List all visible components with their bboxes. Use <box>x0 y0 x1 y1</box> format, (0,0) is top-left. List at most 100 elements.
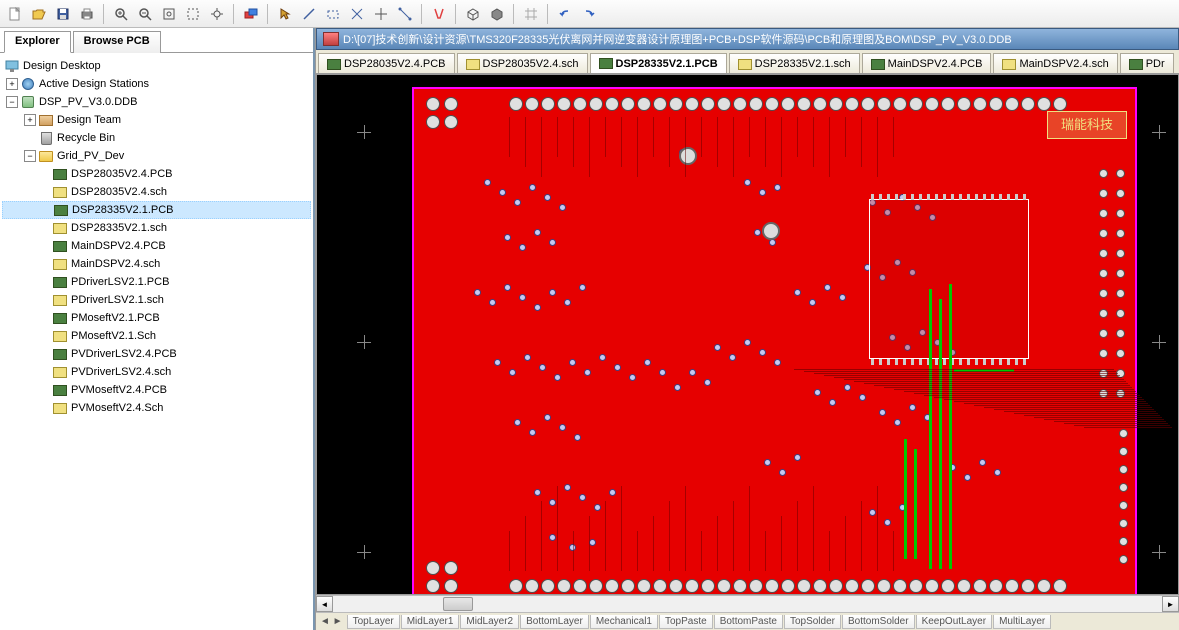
tree-file-pcb[interactable]: MainDSPV2.4.PCB <box>2 237 311 255</box>
grid-btn[interactable] <box>520 3 542 25</box>
expander-icon[interactable]: − <box>6 96 18 108</box>
ruler-btn[interactable] <box>394 3 416 25</box>
scroll-left-btn[interactable]: ◄ <box>316 596 333 612</box>
tree-file-sch[interactable]: MainDSPV2.4.sch <box>2 255 311 273</box>
line-btn[interactable] <box>298 3 320 25</box>
via <box>589 539 596 546</box>
tree-file-label: DSP28335V2.1.sch <box>71 222 167 234</box>
layer-tab[interactable]: TopPaste <box>659 615 713 629</box>
sch-icon <box>738 59 752 70</box>
silk-text: 瑞能科技 <box>1047 111 1127 139</box>
tree-root[interactable]: Design Desktop <box>2 57 311 75</box>
layer-tab[interactable]: KeepOutLayer <box>916 615 993 629</box>
pad <box>525 97 539 111</box>
tree-file-sch[interactable]: PMoseftV2.1.Sch <box>2 327 311 345</box>
tree-file-pcb[interactable]: DSP28335V2.1.PCB <box>2 201 311 219</box>
layer-tab[interactable]: TopLayer <box>347 615 400 629</box>
via <box>814 389 821 396</box>
tree-folder[interactable]: − Grid_PV_Dev <box>2 147 311 165</box>
tree-file-sch[interactable]: PVDriverLSV2.4.sch <box>2 363 311 381</box>
layers-btn[interactable] <box>240 3 262 25</box>
select-btn[interactable] <box>274 3 296 25</box>
pad <box>1037 579 1051 593</box>
tab-browse-pcb[interactable]: Browse PCB <box>73 31 161 53</box>
layer-tab[interactable]: MidLayer1 <box>401 615 460 629</box>
tree-file-pcb[interactable]: PMoseftV2.1.PCB <box>2 309 311 327</box>
pad <box>1099 189 1108 198</box>
doc-tab[interactable]: MainDSPV2.4.PCB <box>862 53 992 74</box>
tree-stations[interactable]: + Active Design Stations <box>2 75 311 93</box>
grid-cross-icon <box>1152 335 1166 349</box>
horizontal-scrollbar[interactable]: ◄ ► <box>316 595 1179 612</box>
tree-team[interactable]: + Design Team <box>2 111 311 129</box>
ic-pin <box>903 359 906 365</box>
3d-btn[interactable] <box>462 3 484 25</box>
scroll-thumb[interactable] <box>443 597 473 611</box>
undo-btn[interactable] <box>554 3 576 25</box>
layer-tab[interactable]: MidLayer2 <box>460 615 519 629</box>
layer-tab[interactable]: TopSolder <box>784 615 841 629</box>
tree-file-pcb[interactable]: DSP28035V2.4.PCB <box>2 165 311 183</box>
zoom-select-btn[interactable] <box>182 3 204 25</box>
doc-tab[interactable]: DSP28335V2.1.sch <box>729 53 860 74</box>
ic-pin <box>959 359 962 365</box>
doc-tab[interactable]: MainDSPV2.4.sch <box>993 53 1117 74</box>
pad <box>781 579 795 593</box>
tree-file-sch[interactable]: DSP28035V2.4.sch <box>2 183 311 201</box>
main-toolbar <box>0 0 1179 28</box>
tree-label: Design Desktop <box>23 60 101 72</box>
open-btn[interactable] <box>28 3 50 25</box>
mirror-btn[interactable] <box>486 3 508 25</box>
filter-btn[interactable] <box>428 3 450 25</box>
save-btn[interactable] <box>52 3 74 25</box>
tree-file-pcb[interactable]: PDriverLSV2.1.PCB <box>2 273 311 291</box>
new-btn[interactable] <box>4 3 26 25</box>
tree-file-pcb[interactable]: PVMoseftV2.4.PCB <box>2 381 311 399</box>
via <box>884 519 891 526</box>
tree-file-sch[interactable]: PVMoseftV2.4.Sch <box>2 399 311 417</box>
expander-icon[interactable]: − <box>24 150 36 162</box>
via <box>744 179 751 186</box>
doc-tab[interactable]: PDr <box>1120 53 1174 74</box>
tree-file-pcb[interactable]: PVDriverLSV2.4.PCB <box>2 345 311 363</box>
pad <box>1119 429 1128 438</box>
pcb-canvas[interactable]: 瑞能科技 <box>316 74 1179 595</box>
cross-select-btn[interactable] <box>346 3 368 25</box>
via <box>509 369 516 376</box>
tree-file-sch[interactable]: DSP28335V2.1.sch <box>2 219 311 237</box>
layer-tab[interactable]: BottomSolder <box>842 615 915 629</box>
tree-label: DSP_PV_V3.0.DDB <box>39 96 137 108</box>
print-btn[interactable] <box>76 3 98 25</box>
zoom-out-btn[interactable] <box>134 3 156 25</box>
pan-btn[interactable] <box>206 3 228 25</box>
tree-recycle[interactable]: Recycle Bin <box>2 129 311 147</box>
measure-btn[interactable] <box>370 3 392 25</box>
rect-btn[interactable] <box>322 3 344 25</box>
tab-explorer[interactable]: Explorer <box>4 31 71 53</box>
pad <box>589 97 603 111</box>
sch-icon <box>1002 59 1016 70</box>
pad <box>637 579 651 593</box>
pad <box>941 579 955 593</box>
doc-tab[interactable]: DSP28035V2.4.PCB <box>318 53 455 74</box>
trace <box>797 501 798 571</box>
via <box>579 494 586 501</box>
tree-file-sch[interactable]: PDriverLSV2.1.sch <box>2 291 311 309</box>
layer-tab[interactable]: Mechanical1 <box>590 615 658 629</box>
via <box>794 454 801 461</box>
scroll-track[interactable] <box>333 596 1162 612</box>
layer-tab[interactable]: BottomLayer <box>520 615 589 629</box>
tree-project[interactable]: − DSP_PV_V3.0.DDB <box>2 93 311 111</box>
redo-btn[interactable] <box>578 3 600 25</box>
doc-tab[interactable]: DSP28035V2.4.sch <box>457 53 588 74</box>
expander-icon[interactable]: + <box>6 78 18 90</box>
expander-icon[interactable]: + <box>24 114 36 126</box>
layer-tab[interactable]: MultiLayer <box>993 615 1051 629</box>
document-titlebar: D:\[07]技术创新\设计资源\TMS320F28335光伏离网并网逆变器设计… <box>316 28 1179 50</box>
scroll-right-btn[interactable]: ► <box>1162 596 1179 612</box>
layer-tab[interactable]: BottomPaste <box>714 615 783 629</box>
zoom-fit-btn[interactable] <box>158 3 180 25</box>
tree-label: Recycle Bin <box>57 132 115 144</box>
doc-tab[interactable]: DSP28335V2.1.PCB <box>590 53 727 74</box>
zoom-in-btn[interactable] <box>110 3 132 25</box>
